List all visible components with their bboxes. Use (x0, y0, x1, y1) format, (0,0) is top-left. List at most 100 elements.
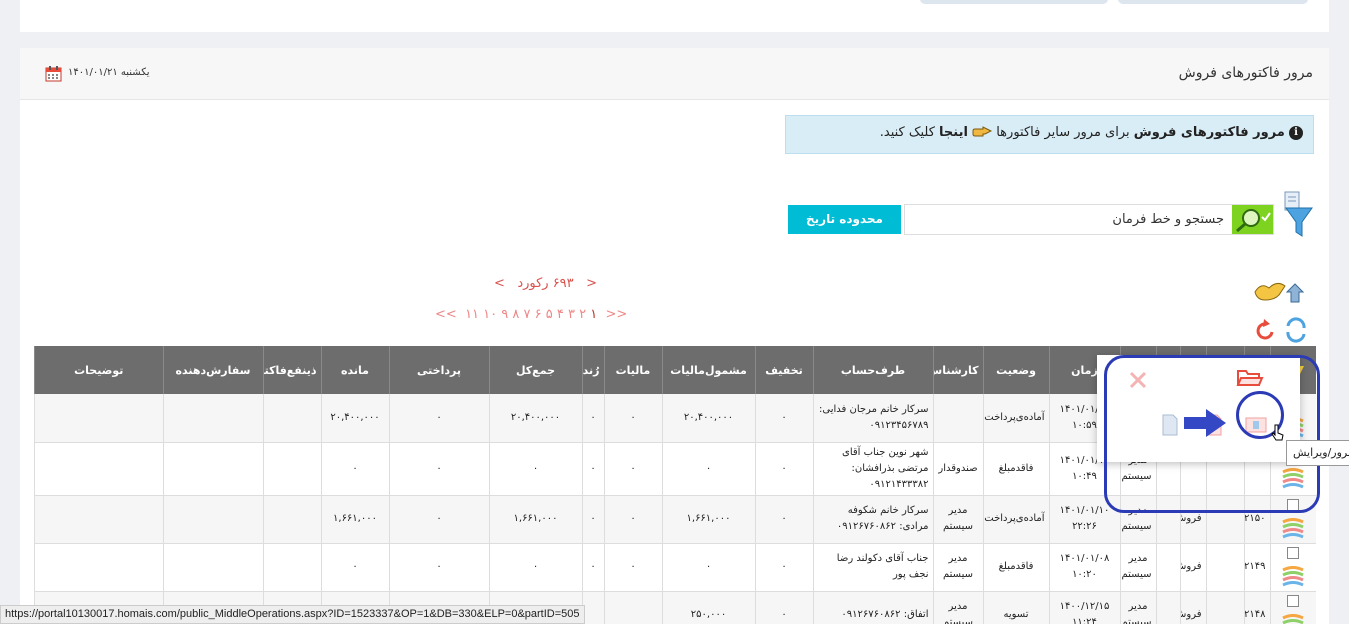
record-count-text: ۶۹۳ رکورد (517, 276, 574, 291)
cell-total: ۰ (488, 543, 582, 592)
cell-expert: صندوقدار (932, 442, 983, 496)
cell-taxable: ۰ (661, 543, 755, 592)
column-header[interactable]: رُند (581, 346, 604, 394)
cell-by: مدیر سیستم (1119, 543, 1156, 592)
cell-account: شهر نوین جناب آقای مرتضی بذرافشان: ۰۹۱۲۱… (812, 442, 933, 496)
page-link[interactable]: ۹ (501, 307, 508, 322)
row-menu-icon[interactable] (1281, 613, 1305, 624)
page-link[interactable]: ۱۰ (483, 307, 497, 322)
column-header[interactable]: مانده (320, 346, 389, 394)
table-row[interactable]: ۲۱۴۹فروشمدیر سیستم۱۴۰۱/۰۱/۰۸ ۱۰:۲۰فاقدمب… (34, 543, 1316, 592)
date-range-button[interactable]: محدوده تاریخ (788, 205, 901, 234)
cell-orderer (162, 543, 263, 592)
bird-icon[interactable] (1251, 278, 1313, 306)
row-menu-icon[interactable] (1281, 565, 1305, 587)
search-icon (1236, 209, 1271, 233)
column-header[interactable]: جمع‌کل (488, 346, 582, 394)
pager-prev[interactable]: < (586, 276, 597, 291)
refresh-icon[interactable] (1254, 316, 1314, 344)
info-suffix: کلیک کنید. (879, 125, 940, 140)
pager-last[interactable]: << (435, 307, 457, 322)
calendar-icon[interactable] (45, 65, 62, 82)
cell-beneficiary (262, 495, 321, 544)
cell-status: فاقدمبلغ (982, 543, 1049, 592)
status-bar-url: https://portal10130017.homais.com/public… (0, 605, 585, 624)
cell-expert: مدیر سیستم (932, 495, 983, 544)
row-checkbox[interactable] (1287, 547, 1300, 559)
cell-branch (1155, 543, 1180, 592)
top-strip (20, 0, 1329, 32)
cell-branch (1155, 591, 1180, 624)
filter-icon[interactable] (1282, 190, 1316, 240)
current-date: یکشنبه ۱۴۰۱/۰۱/۲۱ (68, 67, 150, 78)
cell-by: مدیر سیستم (1119, 591, 1156, 624)
cell-serial: ۲۱۴۸ (1243, 591, 1270, 624)
column-header[interactable]: توضیحات (34, 346, 163, 394)
row-select-cell[interactable] (1269, 543, 1316, 592)
cell-round (581, 591, 604, 624)
cell-notes (34, 495, 163, 544)
page-link[interactable]: ۶ (535, 307, 542, 322)
cell-notes (34, 394, 163, 443)
column-header[interactable]: مشمول‌مالیات (661, 346, 755, 394)
column-header[interactable]: تخفیف (754, 346, 813, 394)
page-link[interactable]: ۴ (557, 307, 564, 322)
cell-beneficiary (262, 394, 321, 443)
record-count: < ۶۹۳ رکورد > (494, 276, 597, 291)
cell-discount: ۰ (754, 591, 813, 624)
page-link[interactable]: ۷ (524, 307, 531, 322)
cell-account: سرکار خانم شکوفه مرادی: ۰۹۱۲۶۷۶۰۸۶۲ (812, 495, 933, 544)
search-button[interactable] (1232, 205, 1273, 234)
cell-round: ۰ (581, 543, 604, 592)
cell-status: فاقدمبلغ (982, 442, 1049, 496)
cell-taxable: ۰ (661, 442, 755, 496)
info-text: برای مرور سایر فاکتورها (992, 125, 1134, 140)
cell-round: ۰ (581, 394, 604, 443)
cell-discount: ۰ (754, 442, 813, 496)
cell-beneficiary (262, 543, 321, 592)
page-link[interactable]: ۵ (546, 307, 553, 322)
row-menu-icon[interactable] (1281, 517, 1305, 539)
page-link[interactable]: ۸ (512, 307, 519, 322)
info-link[interactable]: اینجا (939, 125, 968, 140)
cell-remain: ۱,۶۶۱,۰۰۰ (320, 495, 389, 544)
cell-ref (1205, 591, 1244, 624)
column-header[interactable]: سفارش‌دهنده (162, 346, 263, 394)
cell-account: سرکار خانم مرجان فدایی: ۰۹۱۲۳۴۵۶۷۸۹ (812, 394, 933, 443)
cell-paid: ۰ (388, 543, 489, 592)
cell-tax: ۰ (603, 495, 662, 544)
page-link-current[interactable]: ۱ (590, 307, 597, 322)
page-link[interactable]: ۲ (579, 307, 586, 322)
column-header[interactable]: طرف‌حساب (812, 346, 933, 394)
column-header[interactable]: مالیات (603, 346, 662, 394)
pager-next[interactable]: > (494, 276, 505, 291)
search-input[interactable] (907, 205, 1232, 234)
column-header[interactable]: پرداختی (388, 346, 489, 394)
cell-orderer (162, 394, 263, 443)
page-link[interactable]: ۱۱ (465, 307, 479, 322)
cell-beneficiary (262, 442, 321, 496)
cell-total: ۱,۶۶۱,۰۰۰ (488, 495, 582, 544)
cell-remain: ۲۰,۴۰۰,۰۰۰ (320, 394, 389, 443)
top-button-1[interactable] (920, 0, 1108, 4)
cell-account: اتفاق: ۰۹۱۲۶۷۶۰۸۶۲ (812, 591, 933, 624)
cell-type: فروش (1179, 591, 1206, 624)
pager-first[interactable]: >> (606, 307, 628, 322)
cell-status: آماده‌ی‌پرداخت (982, 394, 1049, 443)
tooltip: مرور/ویرایش (1286, 440, 1349, 466)
cell-tax: ۰ (603, 394, 662, 443)
pager: << ۱۱ ۱۰ ۹ ۸ ۷ ۶ ۵ ۴ ۳ ۲ ۱ >> (435, 307, 627, 322)
row-checkbox[interactable] (1287, 595, 1300, 607)
column-header[interactable]: ذینفع‌فاکتور (262, 346, 321, 394)
cell-discount: ۰ (754, 495, 813, 544)
cell-notes (34, 543, 163, 592)
row-select-cell[interactable] (1269, 591, 1316, 624)
column-header[interactable]: وضعیت (982, 346, 1049, 394)
cursor-icon (1271, 424, 1284, 441)
column-header[interactable]: کارشناس (932, 346, 983, 394)
cell-tax: ۰ (603, 543, 662, 592)
cell-expert: مدیر سیستم (932, 591, 983, 624)
cell-round: ۰ (581, 495, 604, 544)
page-link[interactable]: ۳ (568, 307, 575, 322)
top-button-2[interactable] (1118, 0, 1308, 4)
